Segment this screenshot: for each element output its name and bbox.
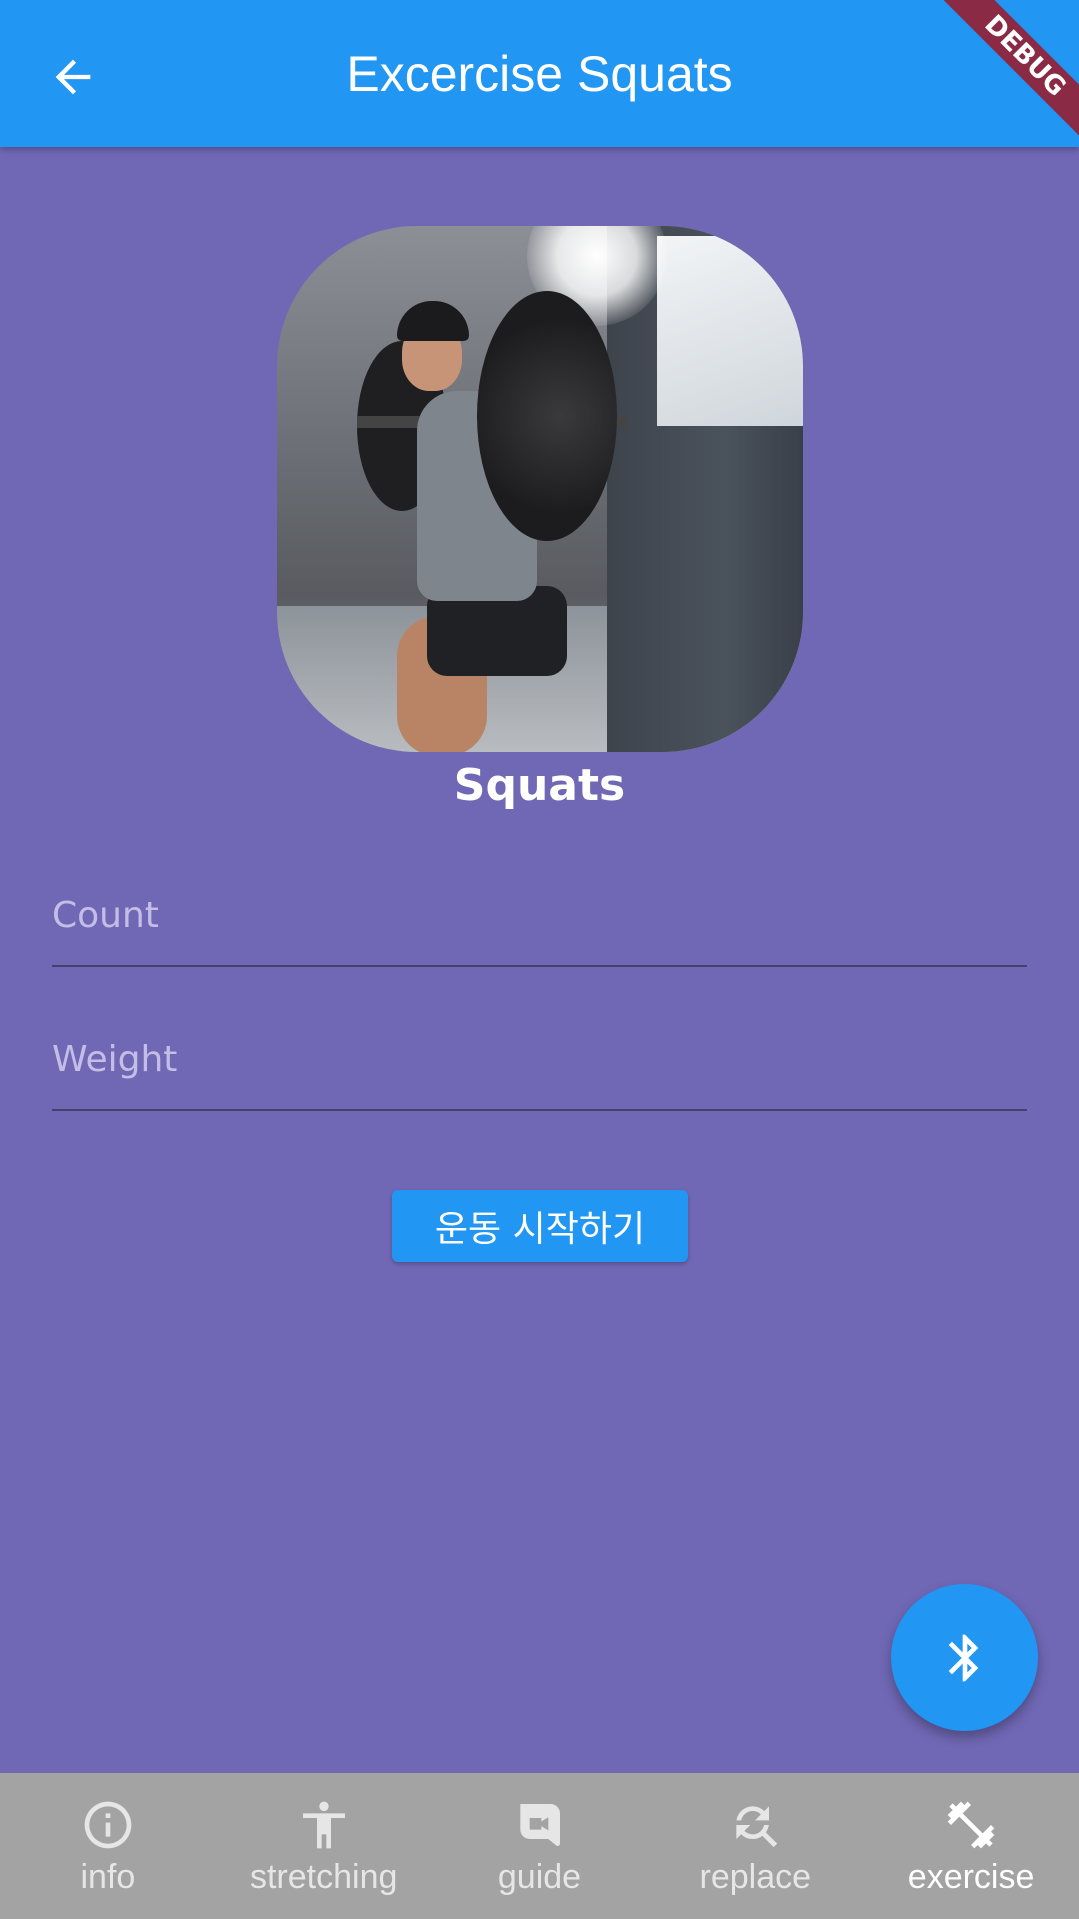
app-bar: Excercise Squats <box>0 0 1079 147</box>
nav-item-guide[interactable]: guide <box>432 1773 648 1919</box>
exercise-name: Squats <box>453 760 626 811</box>
bottom-navigation: info stretching guide replace exercise <box>0 1773 1079 1919</box>
nav-label-info: info <box>80 1858 136 1896</box>
bluetooth-button[interactable] <box>891 1584 1038 1731</box>
video-icon <box>511 1797 567 1853</box>
nav-label-replace: replace <box>699 1858 812 1896</box>
start-exercise-button[interactable]: 운동 시작하기 <box>392 1190 688 1262</box>
nav-item-info[interactable]: info <box>0 1773 216 1919</box>
weight-input[interactable] <box>52 999 1027 1109</box>
accessibility-icon <box>296 1797 352 1853</box>
page-title: Excercise Squats <box>346 46 733 102</box>
count-field[interactable] <box>52 855 1027 967</box>
nav-label-guide: guide <box>497 1858 582 1896</box>
nav-label-exercise: exercise <box>907 1858 1035 1896</box>
nav-item-stretching[interactable]: stretching <box>216 1773 432 1919</box>
nav-item-exercise[interactable]: exercise <box>863 1773 1079 1919</box>
bluetooth-icon <box>948 1634 978 1681</box>
dumbbell-icon <box>943 1797 999 1853</box>
weight-field[interactable] <box>52 999 1027 1111</box>
replace-search-icon <box>727 1797 783 1853</box>
count-input[interactable] <box>52 855 1027 965</box>
nav-label-stretching: stretching <box>249 1858 398 1896</box>
squat-photo <box>277 226 803 752</box>
nav-item-replace[interactable]: replace <box>647 1773 863 1919</box>
info-icon <box>80 1797 136 1853</box>
